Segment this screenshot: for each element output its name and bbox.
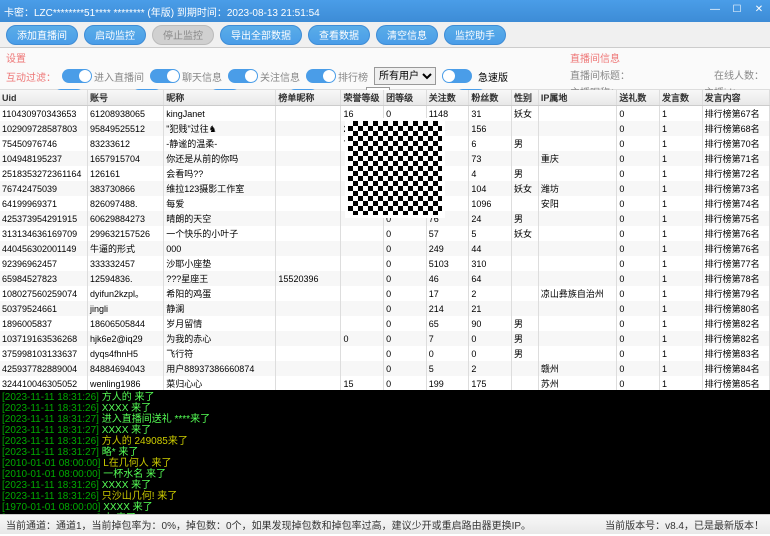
table-row[interactable]: 375998103133637dyqs4fhnH5飞行符000男01排行榜第83… xyxy=(0,346,770,361)
col-ip[interactable]: IP属地 xyxy=(538,90,617,106)
clear-button[interactable]: 清空信息 xyxy=(376,25,438,45)
stop-monitor-button[interactable]: 停止监控 xyxy=(152,25,214,45)
status-right: 当前版本号：v8.4，已是最新版本！ xyxy=(605,517,764,532)
maximize-icon[interactable]: ☐ xyxy=(730,4,744,18)
close-icon[interactable]: ✕ xyxy=(752,4,766,18)
user-filter-select[interactable]: 所有用户 xyxy=(374,67,436,85)
table-row[interactable]: 313134636169709299632157526一个快乐的小叶子0575妖… xyxy=(0,226,770,241)
col-acc[interactable]: 账号 xyxy=(87,90,163,106)
col-nick[interactable]: 昵称 xyxy=(164,90,276,106)
settings-label: 设置 xyxy=(6,50,26,65)
assist-button[interactable]: 监控助手 xyxy=(444,25,506,45)
col-gift[interactable]: 送礼数 xyxy=(617,90,660,106)
titlebar: 卡密：LZC********51**** ******** (年版) 到期时间：… xyxy=(0,0,770,22)
col-sex[interactable]: 性别 xyxy=(511,90,538,106)
add-room-button[interactable]: 添加直播间 xyxy=(6,25,78,45)
toggle-enter[interactable] xyxy=(62,69,92,83)
window-title: 卡密：LZC********51**** ******** (年版) 到期时间：… xyxy=(4,4,708,19)
table-row[interactable]: 42593778288900484884694043用户889373866608… xyxy=(0,361,770,376)
col-grp[interactable]: 团等级 xyxy=(384,90,427,106)
toolbar: 添加直播间 启动监控 停止监控 导出全部数据 查看数据 清空信息 监控助手 xyxy=(0,22,770,48)
table-row[interactable]: 92396962457333332457沙耶小座垫0510331001排行榜第7… xyxy=(0,256,770,271)
room-title-label: 直播间标题： xyxy=(570,67,630,82)
col-att[interactable]: 关注数 xyxy=(426,90,469,106)
toggle-speed[interactable] xyxy=(442,69,472,83)
table-row[interactable]: 324410046305052wenling1986菜归心心150199175苏… xyxy=(0,376,770,390)
filter-bar: 设置 互动过滤： 进入直播间 聊天信息 关注信息 排行榜 所有用户 急速版 送礼… xyxy=(0,48,770,90)
view-data-button[interactable]: 查看数据 xyxy=(308,25,370,45)
table-row[interactable]: 108027560259074dyifun2kzpl。希阳的鸡蛋0172凉山彝族… xyxy=(0,286,770,301)
data-grid-wrapper: Uid账号昵称榜单昵称荣誉等级团等级关注数粉丝数性别IP属地送礼数发言数发言内容… xyxy=(0,90,770,390)
filter-label: 互动过滤： xyxy=(6,69,56,84)
col-cont[interactable]: 发言内容 xyxy=(702,90,769,106)
col-hon[interactable]: 荣誉等级 xyxy=(341,90,384,106)
export-button[interactable]: 导出全部数据 xyxy=(220,25,302,45)
minimize-icon[interactable]: — xyxy=(708,4,722,18)
col-fan[interactable]: 粉丝数 xyxy=(469,90,512,106)
col-mid[interactable]: 榜单昵称 xyxy=(276,90,341,106)
toggle-chat[interactable] xyxy=(150,69,180,83)
toggle-rank[interactable] xyxy=(306,69,336,83)
online-label: 在线人数： xyxy=(714,67,764,82)
qr-code-overlay xyxy=(345,118,445,218)
log-console: [2023-11-11 18:31:26] 方人的 来了[2023-11-11 … xyxy=(0,390,770,514)
table-row[interactable]: 6598452782312594836.???星座王15520396046640… xyxy=(0,271,770,286)
status-bar: 当前通道：通道1，当前掉包率为：0%，掉包数：0个，如果发现掉包数和掉包率过高，… xyxy=(0,514,770,534)
table-row[interactable]: 103719163536268hjk6e2@iq29为我的赤心0070男01排行… xyxy=(0,331,770,346)
table-row[interactable]: 189600583718606505844岁月留情06590男01排行榜第82名 xyxy=(0,316,770,331)
col-spk[interactable]: 发言数 xyxy=(660,90,703,106)
room-info-label: 直播间信息 xyxy=(570,50,620,65)
start-monitor-button[interactable]: 启动监控 xyxy=(84,25,146,45)
table-row[interactable]: 50379524661jingli静澜02142101排行榜第80名 xyxy=(0,301,770,316)
status-left: 当前通道：通道1，当前掉包率为：0%，掉包数：0个，如果发现掉包数和掉包率过高，… xyxy=(6,517,531,532)
col-uid[interactable]: Uid xyxy=(0,90,87,106)
table-row[interactable]: 440456302001149牛逼的形式00002494401排行榜第76名 xyxy=(0,241,770,256)
toggle-follow[interactable] xyxy=(228,69,258,83)
